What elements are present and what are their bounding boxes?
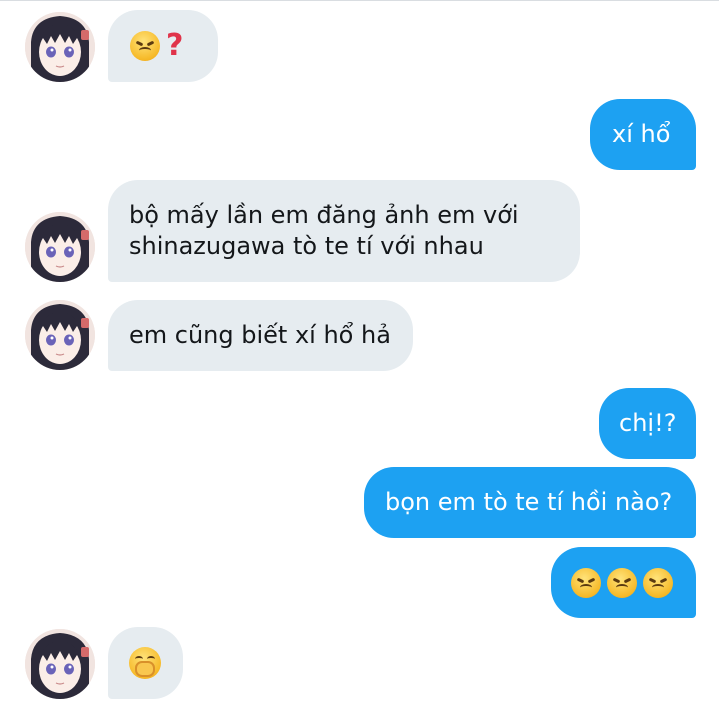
contact-avatar[interactable] bbox=[25, 300, 95, 370]
contact-avatar[interactable] bbox=[25, 12, 95, 82]
message-bubble-outgoing[interactable]: chị!? bbox=[599, 388, 696, 459]
message-bubble-incoming[interactable] bbox=[108, 627, 183, 699]
message-text-line: bộ mấy lần em đăng ảnh em với bbox=[129, 201, 519, 229]
avatar-portrait-icon bbox=[25, 300, 95, 370]
message-text: chị!? bbox=[619, 409, 677, 437]
top-divider bbox=[0, 0, 719, 1]
message-text: em cũng biết xí hổ hả bbox=[129, 321, 391, 349]
emoji-row bbox=[571, 567, 676, 598]
emoji-row: ? bbox=[130, 30, 196, 62]
message-bubble-outgoing[interactable] bbox=[551, 547, 696, 618]
red-question-mark-icon: ? bbox=[166, 28, 184, 63]
angry-face-icon bbox=[643, 567, 673, 598]
giggling-face-with-hand-over-mouth-icon bbox=[129, 647, 161, 679]
avatar-portrait-icon bbox=[25, 12, 95, 82]
message-bubble-outgoing[interactable]: bọn em tò te tí hồi nào? bbox=[364, 467, 696, 538]
angry-face-icon bbox=[130, 31, 160, 61]
message-bubble-incoming[interactable]: ? bbox=[108, 10, 218, 82]
avatar-portrait-icon bbox=[25, 629, 95, 699]
angry-face-icon bbox=[607, 567, 637, 598]
message-text: xí hổ bbox=[612, 120, 671, 148]
emoji-row bbox=[129, 647, 162, 679]
contact-avatar[interactable] bbox=[25, 629, 95, 699]
message-bubble-outgoing[interactable]: xí hổ bbox=[590, 99, 696, 170]
message-text: bọn em tò te tí hồi nào? bbox=[385, 488, 673, 516]
message-text-line: shinazugawa tò te tí với nhau bbox=[129, 232, 484, 260]
contact-avatar[interactable] bbox=[25, 212, 95, 282]
message-bubble-incoming[interactable]: em cũng biết xí hổ hả bbox=[108, 300, 413, 371]
message-bubble-incoming[interactable]: bộ mấy lần em đăng ảnh em với shinazugaw… bbox=[108, 180, 580, 282]
angry-face-icon bbox=[571, 567, 601, 598]
avatar-portrait-icon bbox=[25, 212, 95, 282]
